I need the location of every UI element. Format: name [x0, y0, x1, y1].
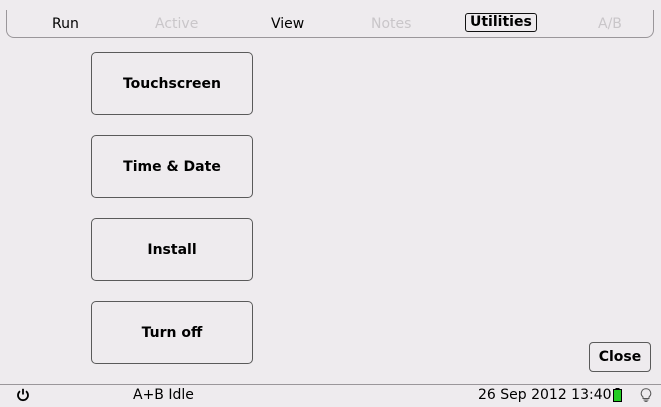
system-status-text: A+B Idle — [133, 387, 194, 403]
power-icon[interactable] — [16, 388, 30, 402]
time-date-button[interactable]: Time & Date — [91, 135, 253, 198]
tab-utilities[interactable]: Utilities — [465, 13, 537, 32]
status-bar: A+B Idle 26 Sep 2012 13:40 — [0, 384, 661, 405]
tab-notes[interactable]: Notes — [371, 15, 411, 33]
tab-active[interactable]: Active — [155, 15, 198, 33]
close-button[interactable]: Close — [589, 342, 651, 372]
date-time-display: 26 Sep 2012 13:40 — [478, 387, 612, 403]
tab-bar: Run Active View Notes Utilities A/B — [6, 10, 654, 38]
touchscreen-button[interactable]: Touchscreen — [91, 52, 253, 115]
utilities-screen: Run Active View Notes Utilities A/B Touc… — [0, 0, 661, 405]
battery-icon — [613, 388, 622, 402]
turn-off-button[interactable]: Turn off — [91, 301, 253, 364]
lightbulb-icon — [640, 388, 652, 402]
tab-run[interactable]: Run — [52, 15, 79, 33]
tab-ab[interactable]: A/B — [598, 15, 622, 33]
tab-view[interactable]: View — [271, 15, 304, 33]
install-button[interactable]: Install — [91, 218, 253, 281]
